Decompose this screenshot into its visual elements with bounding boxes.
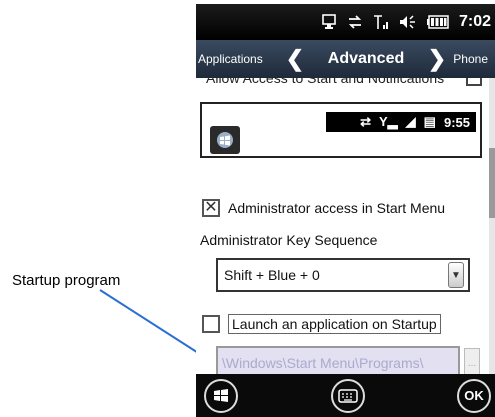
sync-icon (347, 14, 363, 30)
launch-on-startup-label: Launch an application on Startup (228, 314, 441, 334)
chevron-left-icon[interactable]: ❮ (284, 46, 306, 72)
windows-logo-icon (214, 388, 228, 402)
settings-nav-bar: Applications ❮ Advanced ❯ Phone (196, 40, 495, 78)
browse-button[interactable]: ... (464, 348, 480, 374)
preview-battery-icon: ▤ (423, 114, 436, 129)
scrollbar[interactable] (489, 78, 495, 374)
partially-hidden-checkbox[interactable] (466, 78, 482, 86)
launch-on-startup-option[interactable]: Launch an application on Startup (202, 312, 492, 336)
ok-button[interactable]: OK (457, 378, 491, 413)
nav-next-tab[interactable]: Phone (448, 52, 488, 66)
start-menu-preview: ⇄ Y▂ ◢ ▤ 9:55 (200, 102, 482, 158)
status-time: 7:02 (458, 13, 491, 30)
preview-sync-icon: ⇄ (360, 114, 371, 129)
volume-icon (399, 14, 417, 30)
windows-start-icon (210, 126, 240, 154)
admin-access-label: Administrator access in Start Menu (228, 200, 446, 216)
app-bar: OK (196, 374, 495, 417)
preview-volume-icon: ◢ (405, 114, 416, 129)
dropdown-arrow-icon[interactable]: ▼ (448, 262, 464, 288)
device-screen: 7:02 Applications ❮ Advanced ❯ Phone All… (196, 4, 495, 417)
nav-previous-tab[interactable]: Applications (196, 52, 284, 66)
scrollbar-thumb[interactable] (489, 148, 495, 218)
admin-access-checkbox[interactable]: ✕ (202, 199, 220, 217)
nav-current-tab: Advanced (327, 50, 405, 67)
preview-signal-icon: Y▂ (379, 114, 398, 129)
partially-hidden-option: Allow Access to Start and Notifications (206, 78, 486, 90)
partially-hidden-label: Allow Access to Start and Notifications (206, 78, 445, 86)
signal-icon (373, 14, 389, 30)
launch-on-startup-checkbox[interactable] (202, 315, 220, 333)
preview-status-bar: ⇄ Y▂ ◢ ▤ 9:55 (326, 112, 476, 132)
keyboard-button[interactable] (330, 378, 365, 413)
windows-start-button[interactable] (204, 378, 238, 413)
key-sequence-dropdown[interactable]: Shift + Blue + 0 ▼ (216, 258, 470, 292)
admin-access-option[interactable]: ✕ Administrator access in Start Menu (202, 196, 492, 220)
preview-time: 9:55 (443, 114, 470, 130)
keyboard-icon (337, 388, 358, 403)
connectivity-icon (321, 14, 337, 30)
key-sequence-label: Administrator Key Sequence (200, 232, 378, 248)
status-bar: 7:02 (196, 4, 495, 40)
ok-label: OK (464, 388, 484, 403)
chevron-right-icon[interactable]: ❯ (426, 46, 448, 72)
startup-program-path-field[interactable]: \Windows\Start Menu\Programs\ (216, 346, 460, 374)
callout-label: Startup program (12, 272, 121, 289)
battery-icon (426, 15, 449, 29)
settings-content: Allow Access to Start and Notifications … (196, 78, 495, 374)
key-sequence-value: Shift + Blue + 0 (224, 267, 320, 283)
